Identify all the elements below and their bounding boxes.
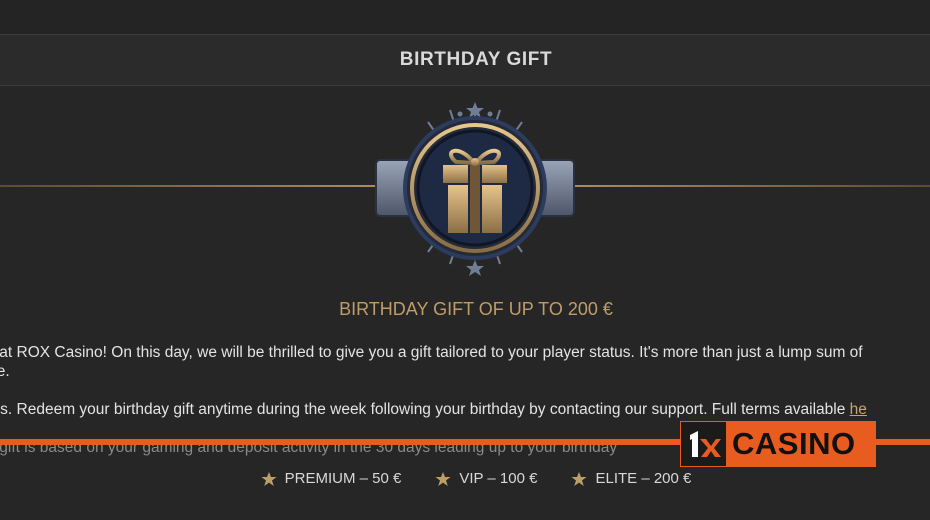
description-paragraph-1-cont: more.	[0, 363, 10, 380]
divider-right	[568, 185, 930, 187]
bonus-subtitle: BIRTHDAY GIFT OF UP TO 200 €	[339, 299, 613, 319]
star-icon	[435, 471, 451, 486]
tier-list: PREMIUM – 50 € VIP – 100 € ELITE – 200 €	[0, 470, 930, 487]
gift-icon	[375, 102, 575, 276]
description-paragraph-2: users. Redeem your birthday gift anytime…	[0, 400, 867, 419]
paragraph-2-text: users. Redeem your birthday gift anytime…	[0, 401, 850, 418]
description-paragraph-1: day at ROX Casino! On this day, we will …	[0, 344, 863, 361]
watermark-mark-icon	[681, 422, 726, 466]
star-icon	[261, 471, 277, 486]
divider-left	[0, 185, 385, 187]
tier-label: ELITE – 200 €	[595, 470, 692, 487]
tier-elite: ELITE – 200 €	[571, 470, 691, 487]
section-header: BIRTHDAY GIFT	[0, 34, 930, 86]
page-title: BIRTHDAY GIFT	[399, 49, 553, 70]
tier-label: PREMIUM – 50 €	[284, 470, 402, 487]
star-icon	[571, 471, 587, 486]
watermark-text: CASINO	[732, 426, 856, 461]
tier-label: VIP – 100 €	[459, 470, 538, 487]
terms-link[interactable]: he	[850, 401, 867, 418]
tier-premium: PREMIUM – 50 €	[261, 470, 402, 487]
tier-vip: VIP – 100 €	[435, 470, 537, 487]
watermark-logo: CASINO	[680, 421, 876, 467]
top-strip	[0, 0, 930, 34]
